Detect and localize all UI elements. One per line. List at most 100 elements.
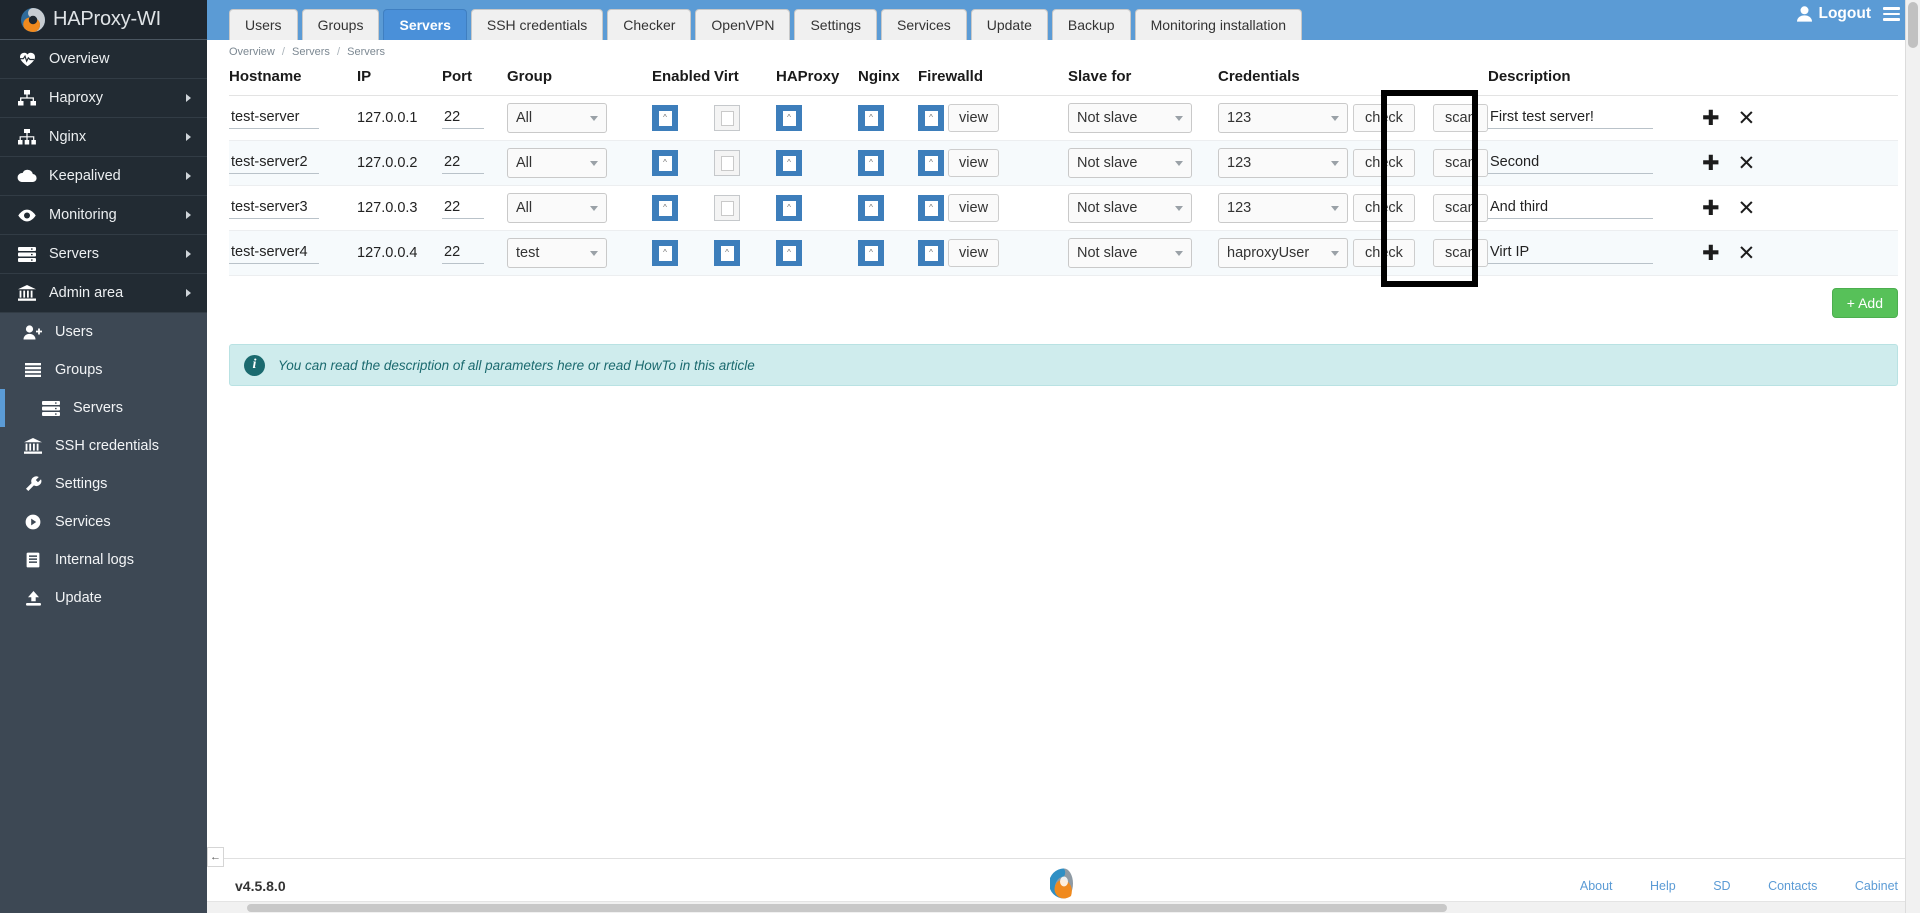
virt-toggle[interactable] [714,150,740,176]
slave-for-select[interactable]: Not slave [1068,193,1192,223]
footer-link-cabinet[interactable]: Cabinet [1855,879,1898,893]
firewalld-toggle[interactable]: ^ [918,105,944,131]
tab-servers[interactable]: Servers [383,9,466,40]
footer-link-help[interactable]: Help [1650,879,1676,893]
description-input[interactable] [1488,107,1653,129]
sidebar-subitem-settings[interactable]: Settings [0,465,207,503]
footer-link-about[interactable]: About [1580,879,1613,893]
sidebar-subitem-groups[interactable]: Groups [0,351,207,389]
enabled-toggle[interactable]: ^ [652,240,678,266]
breadcrumb-item-servers[interactable]: Servers [292,46,330,58]
firewalld-view-button[interactable]: view [948,104,999,132]
vertical-scrollbar-thumb[interactable] [1908,2,1918,48]
slave-for-select[interactable]: Not slave [1068,148,1192,178]
close-icon[interactable]: ✕ [1738,243,1756,264]
check-button[interactable]: check [1353,239,1415,267]
plus-icon[interactable]: ✚ [1702,153,1720,174]
port-input[interactable] [442,107,484,129]
firewalld-toggle[interactable]: ^ [918,150,944,176]
plus-icon[interactable]: ✚ [1702,243,1720,264]
virt-toggle[interactable] [714,105,740,131]
sidebar-item-overview[interactable]: Overview [0,40,207,79]
check-button[interactable]: check [1353,194,1415,222]
sidebar-subitem-ssh-credentials[interactable]: SSH credentials [0,427,207,465]
hostname-input[interactable] [229,107,319,129]
sidebar-item-monitoring[interactable]: Monitoring [0,196,207,235]
tab-openvpn[interactable]: OpenVPN [695,9,790,40]
scan-button[interactable]: scan [1433,104,1488,132]
firewalld-view-button[interactable]: view [948,239,999,267]
breadcrumb-item-overview[interactable]: Overview [229,46,275,58]
hostname-input[interactable] [229,152,319,174]
tab-services[interactable]: Services [881,9,967,40]
tab-update[interactable]: Update [971,9,1048,40]
port-input[interactable] [442,242,484,264]
sidebar-item-admin-area[interactable]: Admin area [0,274,207,313]
nginx-toggle[interactable]: ^ [858,105,884,131]
sidebar-collapse-handle[interactable]: ← [207,847,224,867]
horizontal-scrollbar-thumb[interactable] [247,904,1447,912]
vertical-scrollbar[interactable] [1905,0,1920,913]
footer-link-sd[interactable]: SD [1713,879,1730,893]
nginx-toggle[interactable]: ^ [858,195,884,221]
add-server-button[interactable]: + Add [1832,288,1898,318]
close-icon[interactable]: ✕ [1738,153,1756,174]
nginx-toggle[interactable]: ^ [858,240,884,266]
sidebar-subitem-update[interactable]: Update [0,579,207,617]
close-icon[interactable]: ✕ [1738,108,1756,129]
tab-backup[interactable]: Backup [1052,9,1131,40]
sidebar-item-keepalived[interactable]: Keepalived [0,157,207,196]
enabled-toggle[interactable]: ^ [652,150,678,176]
footer-link-contacts[interactable]: Contacts [1768,879,1817,893]
port-input[interactable] [442,152,484,174]
check-button[interactable]: check [1353,104,1415,132]
firewalld-view-button[interactable]: view [948,194,999,222]
haproxy-toggle[interactable]: ^ [776,240,802,266]
hostname-input[interactable] [229,197,319,219]
tab-ssh-credentials[interactable]: SSH credentials [471,9,603,40]
scan-button[interactable]: scan [1433,194,1488,222]
group-select[interactable]: test [507,238,607,268]
description-input[interactable] [1488,197,1653,219]
group-select[interactable]: All [507,103,607,133]
sidebar-subitem-services[interactable]: Services [0,503,207,541]
sidebar-item-servers[interactable]: Servers [0,235,207,274]
brand-header[interactable]: HAProxy-WI [0,0,207,40]
port-input[interactable] [442,197,484,219]
info-here-link[interactable]: here [557,358,584,373]
enabled-toggle[interactable]: ^ [652,105,678,131]
firewalld-toggle[interactable]: ^ [918,240,944,266]
virt-toggle[interactable] [714,195,740,221]
firewalld-toggle[interactable]: ^ [918,195,944,221]
credentials-select[interactable]: 123 [1218,193,1348,223]
scan-button[interactable]: scan [1433,239,1488,267]
slave-for-select[interactable]: Not slave [1068,103,1192,133]
nginx-toggle[interactable]: ^ [858,150,884,176]
group-select[interactable]: All [507,148,607,178]
check-button[interactable]: check [1353,149,1415,177]
firewalld-view-button[interactable]: view [948,149,999,177]
virt-toggle[interactable]: ^ [714,240,740,266]
sidebar-subitem-servers[interactable]: Servers [0,389,207,427]
tab-settings[interactable]: Settings [794,9,877,40]
scan-button[interactable]: scan [1433,149,1488,177]
enabled-toggle[interactable]: ^ [652,195,678,221]
logout-button[interactable]: Logout [1797,4,1900,24]
close-icon[interactable]: ✕ [1738,198,1756,219]
slave-for-select[interactable]: Not slave [1068,238,1192,268]
credentials-select[interactable]: 123 [1218,103,1348,133]
group-select[interactable]: All [507,193,607,223]
haproxy-toggle[interactable]: ^ [776,105,802,131]
sidebar-item-nginx[interactable]: Nginx [0,118,207,157]
sidebar-subitem-users[interactable]: Users [0,313,207,351]
credentials-select[interactable]: 123 [1218,148,1348,178]
breadcrumb-item-servers-current[interactable]: Servers [347,46,385,58]
hostname-input[interactable] [229,242,319,264]
hamburger-icon[interactable] [1883,4,1900,24]
haproxy-toggle[interactable]: ^ [776,150,802,176]
sidebar-item-haproxy[interactable]: Haproxy [0,79,207,118]
plus-icon[interactable]: ✚ [1702,198,1720,219]
plus-icon[interactable]: ✚ [1702,108,1720,129]
tab-monitoring-installation[interactable]: Monitoring installation [1135,9,1302,40]
horizontal-scrollbar[interactable] [207,901,1905,913]
